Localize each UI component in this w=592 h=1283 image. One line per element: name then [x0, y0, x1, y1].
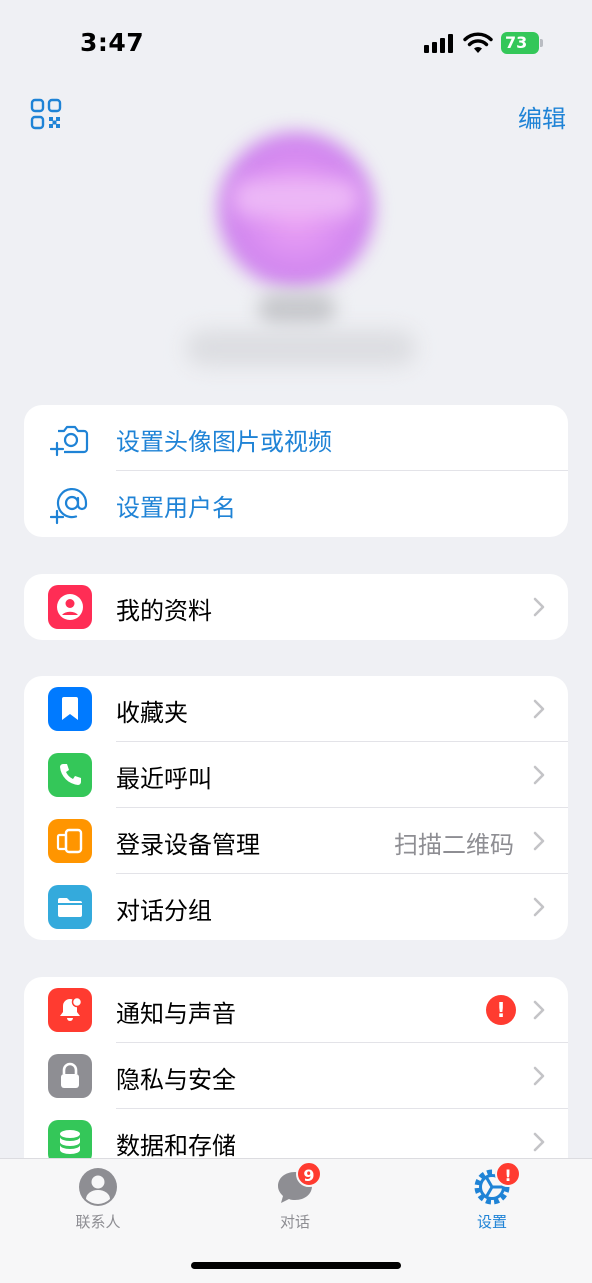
- home-indicator[interactable]: [191, 1262, 401, 1269]
- folder-icon: [48, 885, 92, 929]
- profile-actions-card: 设置头像图片或视频 设置用户名: [24, 405, 568, 537]
- lock-icon: [48, 1054, 92, 1098]
- profile-info-redacted: [186, 330, 416, 366]
- set-photo-row[interactable]: 设置头像图片或视频: [24, 405, 568, 471]
- settings-card: 通知与声音 ! 隐私与安全 数据和存储: [24, 977, 568, 1177]
- tab-contacts-label: 联系人: [75, 1213, 121, 1231]
- set-photo-label: 设置头像图片或视频: [116, 428, 332, 456]
- wifi-icon: [463, 32, 493, 53]
- privacy-label: 隐私与安全: [116, 1066, 236, 1094]
- saved-messages-row[interactable]: 收藏夹: [24, 676, 568, 742]
- chat-folders-label: 对话分组: [116, 897, 212, 925]
- privacy-row[interactable]: 隐私与安全: [24, 1043, 568, 1109]
- chevron-right-icon: [533, 597, 545, 617]
- devices-label: 登录设备管理: [116, 831, 260, 859]
- chevron-right-icon: [533, 831, 545, 851]
- set-username-row[interactable]: 设置用户名: [24, 471, 568, 537]
- edit-button[interactable]: 编辑: [518, 99, 566, 134]
- at-add-icon: [50, 487, 88, 525]
- chevron-right-icon: [533, 1132, 545, 1152]
- notifications-label: 通知与声音: [116, 1000, 236, 1028]
- battery-icon: 73: [501, 32, 543, 54]
- saved-messages-label: 收藏夹: [116, 699, 188, 727]
- avatar-highlight: [232, 180, 360, 216]
- camera-add-icon: [50, 425, 89, 457]
- tab-contacts[interactable]: 联系人: [43, 1159, 153, 1239]
- tab-settings-label: 设置: [476, 1213, 507, 1231]
- battery-level: 73: [505, 33, 528, 52]
- notifications-row[interactable]: 通知与声音 !: [24, 977, 568, 1043]
- devices-icon: [48, 819, 92, 863]
- profile-name-redacted: [258, 292, 336, 326]
- my-profile-row[interactable]: 我的资料: [24, 574, 568, 640]
- chevron-right-icon: [533, 897, 545, 917]
- bell-icon: [48, 988, 92, 1032]
- contacts-icon: [79, 1168, 117, 1206]
- chevron-right-icon: [533, 699, 545, 719]
- cellular-signal-icon: [424, 33, 456, 53]
- chats-unread-badge: 9: [296, 1161, 322, 1187]
- tab-chats[interactable]: 9 对话: [240, 1159, 350, 1239]
- settings-alert-badge: !: [495, 1161, 521, 1187]
- status-bar: 3:47 73: [0, 0, 592, 90]
- chevron-right-icon: [533, 1000, 545, 1020]
- set-username-label: 设置用户名: [116, 494, 236, 522]
- recent-calls-label: 最近呼叫: [116, 765, 212, 793]
- status-time: 3:47: [80, 28, 145, 57]
- main-settings-card: 收藏夹 最近呼叫 登录设备管理 扫描二维码 对话分组: [24, 676, 568, 940]
- tab-chats-label: 对话: [279, 1213, 310, 1231]
- profile-icon: [48, 585, 92, 629]
- tab-settings[interactable]: ! 设置: [437, 1159, 547, 1239]
- devices-row[interactable]: 登录设备管理 扫描二维码: [24, 808, 568, 874]
- data-storage-label: 数据和存储: [116, 1132, 236, 1160]
- my-profile-card: 我的资料: [24, 574, 568, 640]
- chevron-right-icon: [533, 1066, 545, 1086]
- phone-icon: [48, 753, 92, 797]
- my-profile-label: 我的资料: [116, 597, 212, 625]
- bookmark-icon: [48, 687, 92, 731]
- chat-folders-row[interactable]: 对话分组: [24, 874, 568, 940]
- recent-calls-row[interactable]: 最近呼叫: [24, 742, 568, 808]
- qr-code-icon[interactable]: [30, 98, 62, 130]
- chevron-right-icon: [533, 765, 545, 785]
- alert-badge: !: [486, 995, 516, 1025]
- scan-qr-detail: 扫描二维码: [394, 831, 514, 859]
